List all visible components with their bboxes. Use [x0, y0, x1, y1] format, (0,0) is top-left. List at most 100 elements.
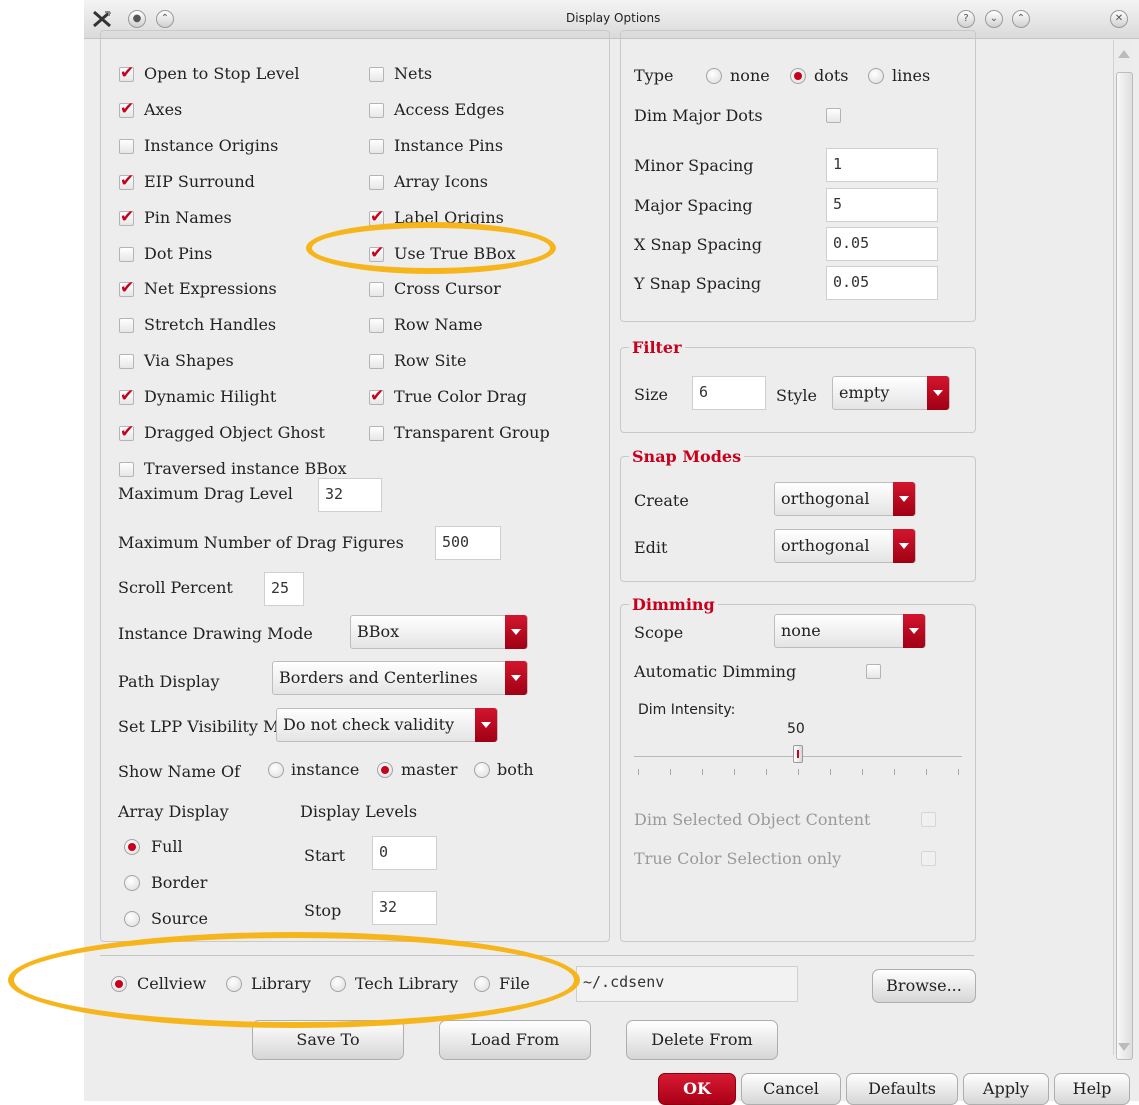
filter-size-label: Size [634, 385, 668, 404]
snap-edit-select[interactable]: orthogonal [774, 529, 916, 563]
maximize-icon[interactable]: ⌃ [1012, 10, 1030, 28]
left-col1-checkbox-4[interactable] [119, 207, 134, 227]
cancel-button[interactable]: Cancel [741, 1073, 841, 1105]
left-col2-checkbox-1[interactable] [369, 102, 384, 118]
show-name-both-radio[interactable] [474, 762, 490, 778]
left-col2-checkbox-3[interactable] [369, 174, 384, 190]
scroll-down-arrow-icon[interactable] [1118, 1043, 1130, 1051]
left-col1-checkbox-0[interactable] [119, 63, 134, 83]
left-col2-checkbox-7[interactable] [369, 318, 384, 334]
lpp-visibility-select[interactable]: Do not check validity [276, 708, 498, 742]
left-col2-checkbox-8[interactable] [369, 354, 384, 370]
path-display-select[interactable]: Borders and Centerlines [272, 661, 528, 695]
left-col2-checkbox-0[interactable] [369, 67, 384, 82]
save-location-file-radio[interactable] [474, 976, 490, 992]
dimming-scope-select[interactable]: none [774, 614, 926, 648]
dim-selected-content-checkbox[interactable] [921, 812, 936, 827]
dim-major-dots-checkbox[interactable] [826, 108, 841, 123]
bottom-separator [100, 955, 974, 956]
stop-level-field[interactable]: 32 [372, 891, 437, 925]
start-level-field[interactable]: 0 [372, 836, 437, 870]
left-col1-checkbox-10[interactable] [119, 422, 134, 442]
array-source-radio[interactable] [124, 911, 140, 927]
path-display-value: Borders and Centerlines [279, 668, 478, 687]
left-col1-checkbox-3[interactable] [119, 171, 134, 191]
true-color-selection-checkbox[interactable] [921, 851, 936, 866]
left-col1-label-0: Open to Stop Level [144, 64, 300, 83]
left-col2-checkbox-9[interactable] [369, 386, 384, 406]
y-snap-spacing-field[interactable]: 0.05 [826, 266, 938, 300]
array-display-label: Array Display [118, 802, 229, 821]
browse-button[interactable]: Browse... [872, 969, 976, 1003]
major-spacing-field[interactable]: 5 [826, 188, 938, 222]
left-col1-checkbox-6[interactable] [119, 278, 134, 298]
array-full-radio[interactable] [124, 839, 140, 855]
apply-button[interactable]: Apply [963, 1073, 1049, 1105]
left-col2-label-7: Row Name [394, 315, 483, 335]
grid-type-dots-radio[interactable] [790, 68, 806, 84]
vertical-scrollbar[interactable] [1113, 40, 1134, 1060]
chevron-down-icon [475, 708, 497, 742]
max-drag-level-field[interactable]: 32 [318, 478, 382, 512]
help-button[interactable]: Help [1054, 1073, 1130, 1105]
left-col2-checkbox-6[interactable] [369, 282, 384, 298]
chevron-down-icon [505, 615, 527, 649]
dimming-scope-label: Scope [634, 623, 684, 642]
filter-style-value: empty [839, 383, 890, 402]
slider-tick [638, 769, 639, 775]
snap-create-select[interactable]: orthogonal [774, 482, 916, 516]
menu-icon[interactable]: ● [128, 10, 146, 28]
scroll-up-arrow-icon[interactable] [1118, 50, 1130, 58]
left-col1-checkbox-1[interactable] [119, 99, 134, 119]
left-col2-label-1: Access Edges [394, 99, 505, 119]
save-to-button[interactable]: Save To [252, 1020, 404, 1060]
left-col1-checkbox-5[interactable] [119, 246, 134, 262]
save-location-file-label: File [499, 974, 530, 993]
save-location-cellview-radio[interactable] [111, 976, 127, 992]
dim-intensity-slider-handle[interactable] [793, 745, 803, 763]
minor-spacing-field[interactable]: 1 [826, 148, 938, 182]
array-full-label: Full [151, 837, 183, 856]
x-snap-spacing-field[interactable]: 0.05 [826, 227, 938, 261]
left-col1-checkbox-9[interactable] [119, 386, 134, 406]
left-col2-checkbox-4[interactable] [369, 207, 384, 227]
slider-tick [798, 769, 799, 775]
left-col1-checkbox-2[interactable] [119, 138, 134, 154]
filter-size-field[interactable]: 6 [692, 376, 766, 410]
automatic-dimming-checkbox[interactable] [866, 664, 881, 679]
instance-drawing-mode-value: BBox [357, 622, 400, 641]
scrollbar-thumb[interactable] [1116, 72, 1133, 1060]
left-col2-checkbox-5[interactable] [369, 243, 384, 263]
show-name-master-radio[interactable] [377, 762, 393, 778]
save-location-tech-library-radio[interactable] [330, 976, 346, 992]
grid-type-lines-label: lines [892, 66, 931, 85]
left-col2-checkbox-2[interactable] [369, 138, 384, 154]
grid-type-lines-radio[interactable] [868, 68, 884, 84]
shade-icon[interactable]: ⌃ [156, 10, 174, 28]
ok-button[interactable]: OK [658, 1073, 736, 1105]
array-border-radio[interactable] [124, 875, 140, 891]
grid-type-none-label: none [730, 66, 770, 85]
left-col2-checkbox-10[interactable] [369, 426, 384, 441]
grid-type-none-radio[interactable] [706, 68, 722, 84]
left-col1-checkbox-7[interactable] [119, 318, 134, 334]
start-level-label: Start [304, 846, 346, 865]
file-path-field[interactable]: ~/.cdsenv [576, 966, 798, 1002]
filter-style-select[interactable]: empty [832, 376, 950, 410]
instance-drawing-mode-select[interactable]: BBox [350, 615, 528, 649]
minimize-icon[interactable]: ⌄ [985, 10, 1003, 28]
load-from-button[interactable]: Load From [439, 1020, 591, 1060]
max-drag-figures-field[interactable]: 500 [435, 526, 501, 560]
left-col1-checkbox-8[interactable] [119, 354, 134, 370]
left-col1-checkbox-11[interactable] [119, 461, 134, 477]
path-display-label: Path Display [118, 672, 220, 691]
delete-from-button[interactable]: Delete From [626, 1020, 778, 1060]
show-name-instance-radio[interactable] [268, 762, 284, 778]
help-icon[interactable]: ? [957, 10, 975, 28]
close-icon[interactable]: ✕ [1110, 10, 1128, 28]
minor-spacing-label: Minor Spacing [634, 156, 754, 175]
save-location-library-radio[interactable] [226, 976, 242, 992]
scroll-percent-field[interactable]: 25 [264, 572, 304, 606]
defaults-button[interactable]: Defaults [846, 1073, 958, 1105]
chevron-down-icon [903, 614, 925, 648]
